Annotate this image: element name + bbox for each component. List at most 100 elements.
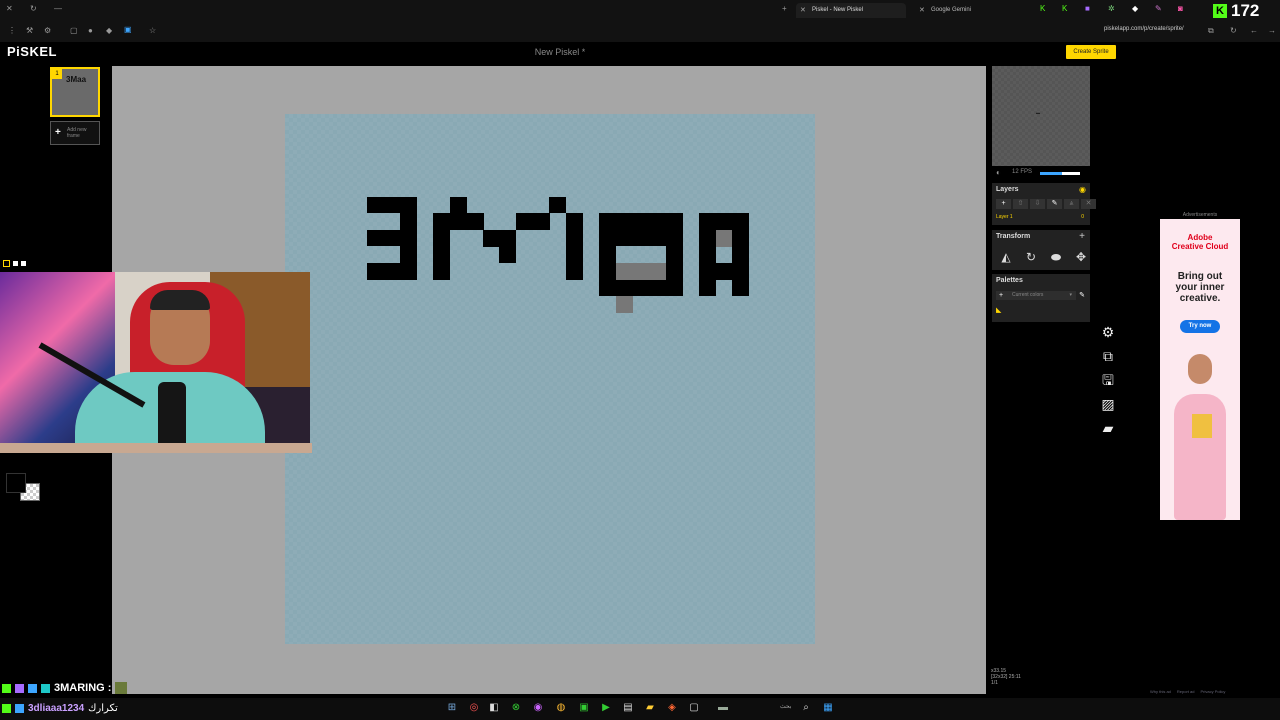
copy-icon[interactable]: ⧉ xyxy=(1208,26,1214,36)
settings-icon[interactable]: ⚙ xyxy=(1100,324,1116,340)
widget-icon[interactable]: ▬ xyxy=(712,702,734,714)
create-sprite-button[interactable]: Create Sprite xyxy=(1066,45,1116,59)
window-icon[interactable]: ▣ xyxy=(124,25,132,34)
new-tab-icon[interactable]: + xyxy=(782,4,787,13)
open-folder-icon[interactable]: ▰ xyxy=(1100,420,1116,436)
extension-icon[interactable]: ◆ xyxy=(1132,4,1138,13)
add-palette-icon[interactable]: + xyxy=(999,291,1003,300)
reload-icon[interactable]: ↻ xyxy=(30,4,37,13)
pixel xyxy=(516,213,533,230)
frame-number: 1 xyxy=(52,69,62,79)
resize-icon[interactable]: ⧉ xyxy=(1100,348,1116,364)
ad-cta-button[interactable]: Try now xyxy=(1180,320,1220,333)
rotate-icon[interactable]: ↻ xyxy=(1021,248,1041,266)
kick-ext-icon[interactable]: K xyxy=(1040,4,1045,13)
taskbar-search[interactable]: بحث xyxy=(780,703,791,710)
search-icon[interactable]: ⌕ xyxy=(800,702,812,714)
back-icon[interactable]: ← xyxy=(1250,26,1258,35)
frame-index: 1/1 xyxy=(991,680,998,686)
primary-color-swatch[interactable] xyxy=(6,473,26,493)
ad-footer-link[interactable]: Why this ad xyxy=(1150,689,1171,694)
webcam-strip xyxy=(0,443,312,453)
fps-slider-fill xyxy=(1040,172,1062,175)
advertisement[interactable]: Adobe Creative Cloud Bring out your inne… xyxy=(1160,219,1240,520)
edit-palette-icon[interactable]: ✎ xyxy=(1079,291,1085,299)
ad-model-image xyxy=(1174,352,1226,520)
page-icon[interactable]: ▢ xyxy=(70,26,78,35)
kick-ext-icon[interactable]: K xyxy=(1062,4,1067,13)
save-icon[interactable]: 🖫 xyxy=(1100,372,1116,388)
pixel xyxy=(599,213,683,246)
chrome-icon[interactable]: ◍ xyxy=(555,702,567,714)
layers-panel: Layers ◉ + ⇧ ⇩ ✎ ⩓ ✕ Layer 1 0 xyxy=(992,183,1096,225)
xbox-icon[interactable]: ⊗ xyxy=(510,702,522,714)
tab-gemini[interactable]: ✕ Google Gemini xyxy=(915,3,1015,18)
microphone xyxy=(158,382,186,450)
bookmark-star-icon[interactable]: ☆ xyxy=(149,26,156,35)
eye-icon[interactable]: ◉ xyxy=(1079,185,1086,194)
extension-icon[interactable]: ✲ xyxy=(1108,4,1115,13)
diamond-icon[interactable]: ◆ xyxy=(106,26,112,35)
move-down-icon[interactable]: ⇩ xyxy=(1030,199,1045,209)
transform-tools: ◭ ↻ ⬬ ✥ xyxy=(996,248,1091,266)
ad-footer-link[interactable]: Privacy Policy xyxy=(1200,689,1225,694)
center-icon[interactable]: ✥ xyxy=(1071,248,1091,266)
webcam-overlay xyxy=(0,272,310,450)
play-icon[interactable]: ▶ xyxy=(600,702,612,714)
add-frame-label: Add new frame xyxy=(67,127,87,139)
drawing-canvas[interactable] xyxy=(285,114,815,644)
app-icon[interactable]: ◧ xyxy=(488,702,500,714)
add-frame-button[interactable]: + Add new frame xyxy=(50,121,100,145)
pixel xyxy=(367,230,417,246)
url-text[interactable]: piskelapp.com/p/create/sprite/ xyxy=(1104,26,1184,32)
app-icon[interactable]: ◉ xyxy=(532,702,544,714)
tools-icon[interactable]: ⚒ xyxy=(26,26,33,35)
extension-icon[interactable]: ◙ xyxy=(1178,4,1183,13)
app-icon[interactable]: ◎ xyxy=(468,702,480,714)
add-layer-icon[interactable]: + xyxy=(996,199,1011,209)
folder-icon[interactable]: ▰ xyxy=(644,702,656,714)
minimize-icon[interactable]: — xyxy=(54,4,62,13)
edit-layer-icon[interactable]: ✎ xyxy=(1047,199,1062,209)
frame-thumbnail[interactable]: 1 3Maa xyxy=(50,67,100,117)
merge-layer-icon[interactable]: ⩓ xyxy=(1064,199,1079,209)
chat-username: 3MARING : xyxy=(54,682,112,694)
app-icon[interactable]: ▤ xyxy=(622,702,634,714)
close-window-icon[interactable]: ✕ xyxy=(6,4,13,13)
palettes-title: Palettes xyxy=(996,277,1023,284)
move-up-icon[interactable]: ⇧ xyxy=(1013,199,1028,209)
menu-dots-icon[interactable]: ⋮ xyxy=(8,26,16,35)
forward-icon[interactable]: → xyxy=(1268,26,1276,35)
chat-line: 3MARING : xyxy=(2,682,128,694)
tools-icon[interactable]: ⚙ xyxy=(44,26,51,35)
viewer-count: 172 xyxy=(1231,1,1260,20)
app-icon[interactable]: ▦ xyxy=(822,702,834,714)
export-image-icon[interactable]: ▨ xyxy=(1100,396,1116,412)
app-icon[interactable]: ◈ xyxy=(666,702,678,714)
expand-icon[interactable]: + xyxy=(1079,231,1085,242)
tab-close-icon[interactable]: ✕ xyxy=(800,3,806,18)
clone-icon[interactable]: ⬬ xyxy=(1046,248,1066,266)
plus-icon: + xyxy=(55,127,61,138)
fps-slider[interactable] xyxy=(1040,172,1080,175)
tab-close-icon[interactable]: ✕ xyxy=(919,3,925,18)
settings-toggle-icon[interactable]: ◐ xyxy=(996,168,1001,177)
flip-icon[interactable]: ◭ xyxy=(996,248,1016,266)
document-title: New Piskel * xyxy=(534,47,586,57)
refresh-icon[interactable]: ↻ xyxy=(1230,26,1237,35)
palette-select[interactable]: + Current colors ▾ xyxy=(996,291,1076,300)
tab-piskel[interactable]: ✕ Piskel - New Piskel xyxy=(796,3,906,18)
app-icon[interactable]: ▣ xyxy=(578,702,590,714)
layers-title: Layers xyxy=(996,186,1019,193)
fps-control: ◐ 12 FPS xyxy=(992,166,1090,180)
app-icon[interactable]: ▢ xyxy=(688,702,700,714)
ad-footer-link[interactable]: Report ad xyxy=(1177,689,1195,694)
delete-layer-icon[interactable]: ✕ xyxy=(1081,199,1096,209)
extension-icon[interactable]: ✎ xyxy=(1155,4,1162,13)
color-picker-icon[interactable]: ◣ xyxy=(996,306,1001,314)
extension-icon[interactable]: ■ xyxy=(1085,4,1090,13)
record-icon[interactable]: ● xyxy=(88,26,93,35)
animation-preview[interactable]: ▬ xyxy=(992,66,1090,166)
windows-start-icon[interactable]: ⊞ xyxy=(446,702,458,714)
layer-item[interactable]: Layer 1 0 xyxy=(996,213,1086,222)
